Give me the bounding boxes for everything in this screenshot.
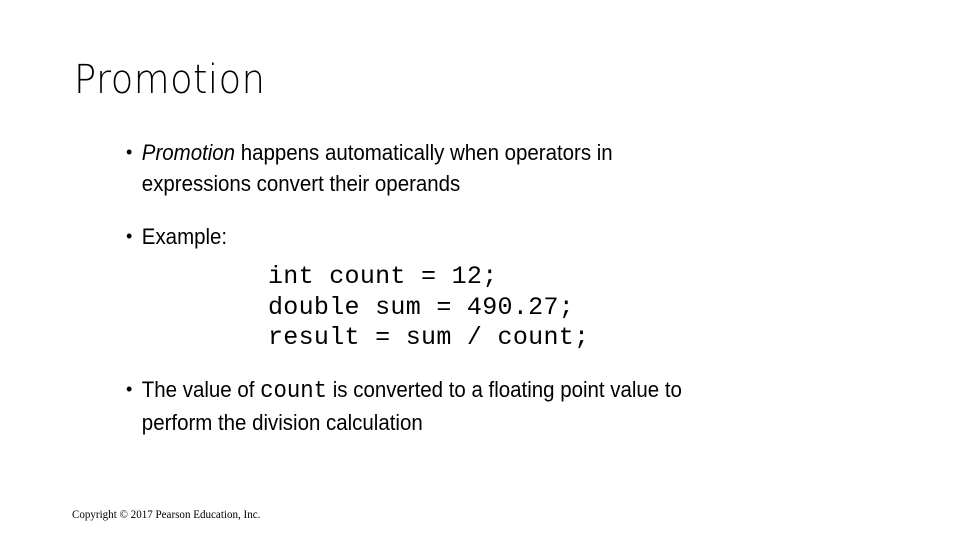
bullet-conversion-explanation: • The value of count is converted to a f…	[126, 374, 766, 438]
copyright-footer: Copyright © 2017 Pearson Education, Inc.	[72, 507, 261, 521]
code-line: double sum = 490.27;	[268, 292, 575, 322]
bullet-text: Promotion happens automatically when ope…	[126, 137, 721, 199]
bullet-promotion-definition: • Promotion happens automatically when o…	[126, 137, 766, 199]
bullet-text: Example:	[141, 224, 228, 249]
bullet-body-start: The value of	[141, 377, 261, 402]
code-line: result = sum / count;	[268, 323, 590, 352]
slide: Promotion • Promotion happens automatica…	[0, 0, 960, 540]
emphasis-term: Promotion	[141, 140, 236, 165]
inline-code: count	[260, 378, 328, 405]
code-example: int count = 12; double sum = 490.27; res…	[268, 262, 589, 354]
bullet-text: The value of count is converted to a flo…	[126, 374, 721, 438]
bullet-example: • Example:	[126, 221, 426, 252]
code-line: int count = 12;	[268, 262, 498, 291]
slide-title: Promotion	[74, 57, 266, 103]
